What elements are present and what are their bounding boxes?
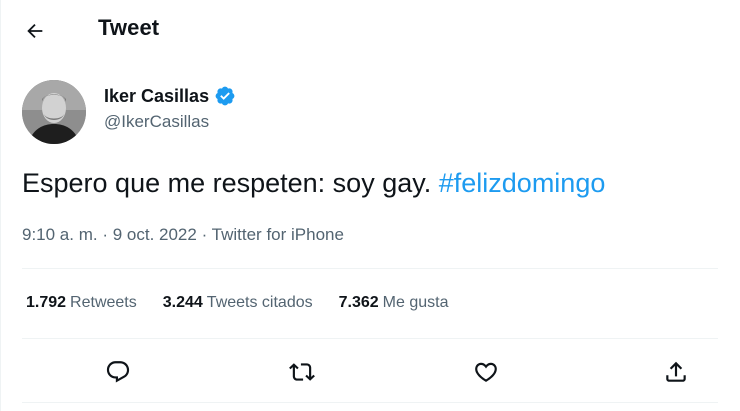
tweet-source[interactable]: Twitter for iPhone — [212, 225, 344, 244]
share-icon — [666, 361, 686, 382]
author-handle[interactable]: @IkerCasillas — [104, 112, 209, 132]
retweets-count: 1.792 — [26, 294, 67, 311]
left-border — [0, 0, 1, 411]
divider — [22, 402, 718, 403]
retweets-stat[interactable]: 1.792 Retweets — [26, 294, 137, 312]
like-button[interactable] — [468, 354, 504, 390]
tweet-text: Espero que me respeten: soy gay. #felizd… — [22, 168, 605, 199]
retweet-icon — [289, 363, 315, 381]
retweet-button[interactable] — [284, 354, 320, 390]
reply-icon — [106, 361, 130, 383]
arrow-left-icon — [27, 23, 43, 39]
meta-separator: · — [97, 225, 113, 244]
author-name[interactable]: Iker Casillas — [104, 85, 236, 107]
tweet-body: Espero que me respeten: soy gay. — [22, 168, 432, 198]
tweet-date[interactable]: 9 oct. 2022 — [113, 225, 197, 244]
verified-badge-icon — [215, 86, 235, 106]
heart-icon — [475, 362, 497, 382]
divider — [22, 338, 718, 339]
engagement-stats: 1.792 Retweets 3.244 Tweets citados 7.362 M… — [26, 294, 448, 312]
quote-tweets-label: Tweets citados — [206, 294, 313, 311]
back-button[interactable] — [18, 14, 52, 48]
meta-separator: · — [196, 225, 212, 244]
quote-tweets-count: 3.244 — [162, 294, 203, 311]
quote-tweets-stat[interactable]: 3.244 Tweets citados — [163, 294, 313, 312]
reply-button[interactable] — [100, 354, 136, 390]
avatar[interactable] — [22, 80, 86, 144]
tweet-meta: 9:10 a. m. · 9 oct. 2022 · Twitter for i… — [22, 225, 344, 245]
page-header: Tweet — [0, 0, 740, 60]
author-name-text: Iker Casillas — [104, 85, 210, 106]
likes-count: 7.362 — [338, 294, 379, 311]
avatar-image — [22, 80, 86, 144]
divider — [22, 268, 718, 269]
tweet-detail-view: Tweet Iker Casillas @IkerCasillas Espero… — [0, 0, 740, 411]
hashtag-link[interactable]: #felizdomingo — [439, 168, 606, 198]
share-button[interactable] — [658, 354, 694, 390]
likes-label: Me gusta — [382, 294, 449, 311]
retweets-label: Retweets — [70, 294, 137, 311]
tweet-time[interactable]: 9:10 a. m. — [22, 225, 98, 244]
likes-stat[interactable]: 7.362 Me gusta — [339, 294, 449, 312]
page-title: Tweet — [98, 15, 160, 40]
